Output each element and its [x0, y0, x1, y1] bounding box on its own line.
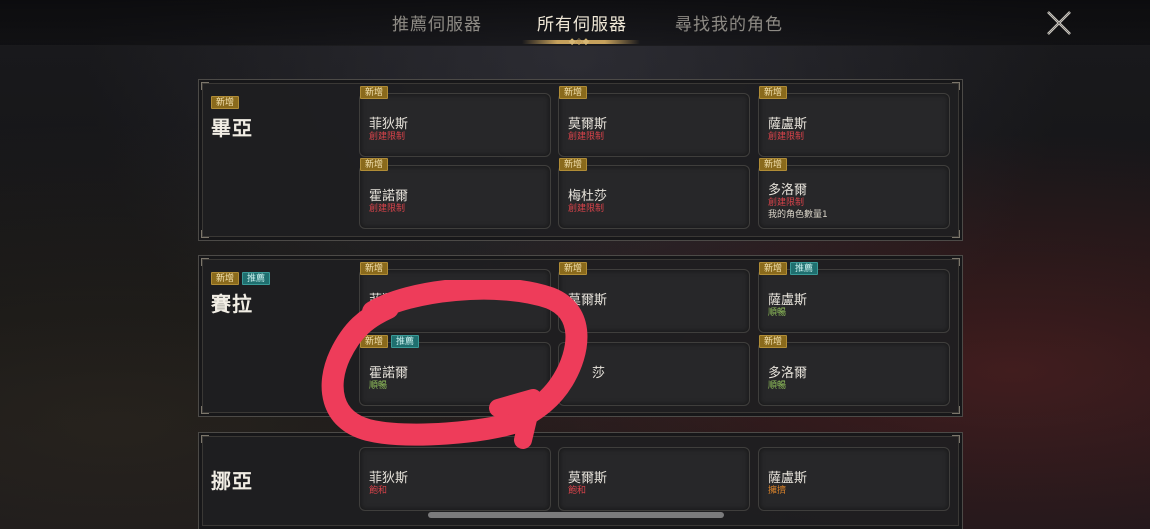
server-status: 創建限制 [369, 132, 406, 142]
close-button[interactable] [1044, 8, 1074, 38]
server-status: 飽和 [369, 486, 388, 496]
server-status: 創建限制 [568, 132, 605, 142]
region-badges: 新增 [211, 96, 240, 109]
diamond-ornament-icon: ◆◇◆ [568, 37, 590, 47]
server-name: 莫爾斯 [568, 293, 608, 308]
server-card-fidis[interactable]: 新增 菲狄斯 [359, 262, 551, 333]
server-card-mors[interactable]: 莫爾斯 飽和 [558, 447, 750, 511]
server-card-fidis[interactable]: 菲狄斯 飽和 [359, 447, 551, 511]
server-status: 順暢 [369, 381, 388, 391]
region-badges: 新增 推薦 [211, 272, 271, 285]
server-card-medusa[interactable]: 新增 梅杜莎 創建限制 [558, 158, 750, 229]
recommended-badge: 推薦 [242, 272, 271, 285]
tab-all-servers[interactable]: 所有伺服器 [537, 10, 627, 38]
new-badge: 新增 [360, 335, 389, 348]
new-badge: 新增 [211, 96, 240, 109]
region-name: 挪亞 [211, 469, 253, 493]
server-card-dolor[interactable]: 新增 多洛爾 創建限制 我的角色數量1 [758, 158, 950, 229]
server-status: 創建限制 [369, 204, 406, 214]
server-card-medusa[interactable]: 莎 [558, 342, 750, 406]
top-nav-bar: 推薦伺服器 所有伺服器 尋找我的角色 ◆◇◆ [0, 0, 1150, 47]
new-badge: 新增 [759, 158, 788, 171]
new-badge: 新增 [211, 272, 240, 285]
server-card-salus[interactable]: 新增 薩盧斯 創建限制 [758, 86, 950, 157]
server-card-mors[interactable]: 新增 莫爾斯 創建限制 [558, 86, 750, 157]
horizontal-scrollbar[interactable] [428, 512, 724, 518]
server-card-fidis[interactable]: 新增 菲狄斯 創建限制 [359, 86, 551, 157]
new-badge: 新增 [360, 262, 389, 275]
server-status: 擁擠 [768, 486, 787, 496]
new-badge: 新增 [759, 335, 788, 348]
server-card-salus[interactable]: 新增 推薦 薩盧斯 順暢 [758, 262, 950, 333]
server-status: 創建限制 [768, 132, 805, 142]
new-badge: 新增 [759, 86, 788, 99]
new-badge: 新增 [360, 86, 389, 99]
server-card-honor[interactable]: 新增 推薦 霍諾爾 順暢 [359, 335, 551, 406]
new-badge: 新增 [559, 262, 588, 275]
region-panel-biya: 新增 畢亞 新增 菲狄斯 創建限制 新增 莫爾斯 創建限制 新增 薩盧斯 創建限… [198, 79, 963, 241]
server-card-honor[interactable]: 新增 霍諾爾 創建限制 [359, 158, 551, 229]
server-status: 順暢 [768, 308, 787, 318]
server-name: 莎 [592, 366, 606, 381]
server-status: 順暢 [768, 381, 787, 391]
server-status: 創建限制 [568, 204, 605, 214]
server-card-salus[interactable]: 薩盧斯 擁擠 [758, 447, 950, 511]
region-name: 畢亞 [211, 116, 253, 140]
recommended-badge: 推薦 [391, 335, 420, 348]
my-character-count: 我的角色數量1 [768, 210, 828, 220]
close-x-icon [1047, 11, 1071, 35]
region-name: 賽拉 [211, 292, 253, 316]
region-panel-saila: 新增 推薦 賽拉 新增 菲狄斯 新增 莫爾斯 新增 推薦 薩盧斯 順暢 新增 推… [198, 255, 963, 417]
recommended-badge: 推薦 [790, 262, 819, 275]
server-status: 飽和 [568, 486, 587, 496]
tab-find-my-character[interactable]: 尋找我的角色 [675, 10, 783, 38]
server-card-mors[interactable]: 新增 莫爾斯 [558, 262, 750, 333]
new-badge: 新增 [360, 158, 389, 171]
new-badge: 新增 [759, 262, 788, 275]
server-name: 菲狄斯 [369, 293, 409, 308]
new-badge: 新增 [559, 158, 588, 171]
server-card-dolor[interactable]: 新增 多洛爾 順暢 [758, 335, 950, 406]
new-badge: 新增 [559, 86, 588, 99]
tab-recommended-servers[interactable]: 推薦伺服器 [392, 10, 482, 38]
